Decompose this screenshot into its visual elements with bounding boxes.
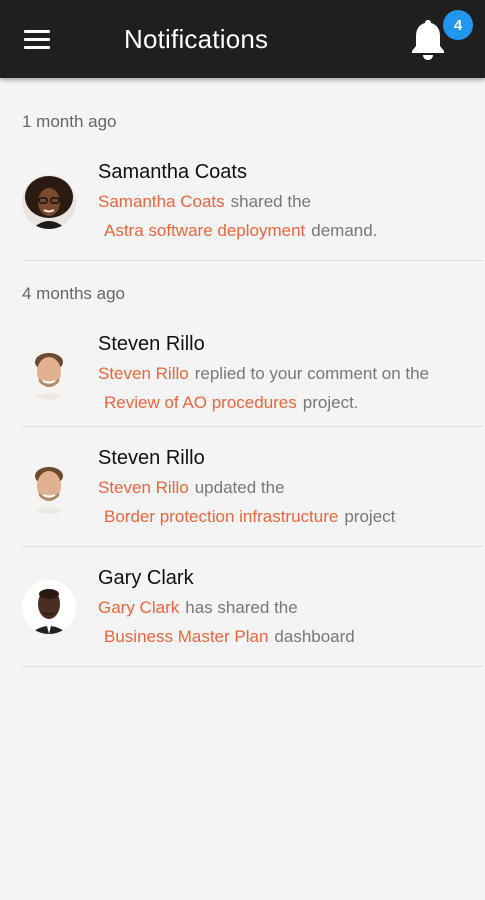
notification-list: 1 month ago Samantha Coats Samantha Coat… xyxy=(0,78,485,667)
sender-name: Steven Rillo xyxy=(98,447,205,469)
actor-link[interactable]: Steven Rillo xyxy=(98,478,189,497)
suffix-text: demand. xyxy=(311,221,378,240)
actor-link[interactable]: Samantha Coats xyxy=(98,192,225,211)
avatar xyxy=(22,346,76,400)
target-link[interactable]: Review of AO procedures xyxy=(104,393,297,412)
sender-name: Gary Clark xyxy=(98,567,194,589)
notification-text-line2: Business Master Plan dashboard xyxy=(98,627,355,647)
target-link[interactable]: Border protection infrastructure xyxy=(104,507,338,526)
app-bar: Notifications 4 xyxy=(0,0,485,78)
target-link[interactable]: Astra software deployment xyxy=(104,221,305,240)
action-text: has shared the xyxy=(185,598,298,617)
notification-item[interactable]: Steven Rillo Steven Rillo replied to your… xyxy=(22,313,482,427)
notification-text-line2: Border protection infrastructure project xyxy=(98,507,395,527)
suffix-text: project. xyxy=(302,393,359,412)
notification-text: Steven Rillo replied to your comment on t… xyxy=(98,364,429,384)
notification-count-badge: 4 xyxy=(443,10,473,40)
suffix-text: dashboard xyxy=(274,627,355,646)
avatar xyxy=(22,580,76,634)
actor-link[interactable]: Steven Rillo xyxy=(98,364,189,383)
notification-item[interactable]: Gary Clark Gary Clark has shared the Busi… xyxy=(22,547,482,667)
notification-text: Samantha Coats shared the xyxy=(98,192,311,212)
notification-item[interactable]: Steven Rillo Steven Rillo updated the Bor… xyxy=(22,427,482,547)
notification-text: Gary Clark has shared the xyxy=(98,598,298,618)
suffix-text: project xyxy=(344,507,396,526)
notification-text-line2: Astra software deployment demand. xyxy=(98,221,377,241)
group-header: 4 months ago xyxy=(22,284,126,303)
action-text: shared the xyxy=(230,192,311,211)
notification-text-line2: Review of AO procedures project. xyxy=(98,393,359,413)
target-link[interactable]: Business Master Plan xyxy=(104,627,268,646)
sender-name: Samantha Coats xyxy=(98,161,247,183)
page-title: Notifications xyxy=(124,24,269,54)
notification-item[interactable]: Samantha Coats Samantha Coats shared the … xyxy=(22,141,482,261)
notification-text: Steven Rillo updated the xyxy=(98,478,285,498)
group-header: 1 month ago xyxy=(22,112,117,131)
avatar xyxy=(22,460,76,514)
sender-name: Steven Rillo xyxy=(98,333,205,355)
hamburger-menu-icon[interactable] xyxy=(24,30,52,52)
action-text: replied to your comment on the xyxy=(194,364,430,383)
avatar xyxy=(22,175,76,229)
action-text: updated the xyxy=(194,478,285,497)
actor-link[interactable]: Gary Clark xyxy=(98,598,179,617)
